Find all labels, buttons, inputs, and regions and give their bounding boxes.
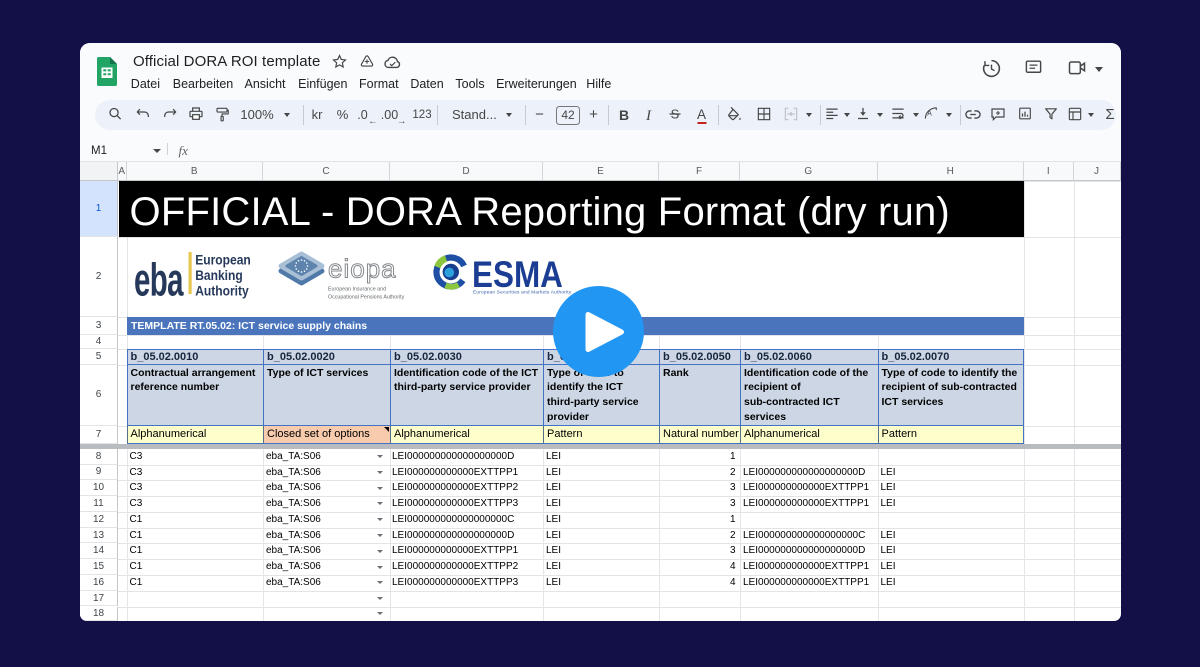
- svg-text:European: European: [195, 252, 251, 268]
- svg-text:Authority: Authority: [195, 283, 249, 299]
- svg-text:ESMA: ESMA: [472, 255, 563, 296]
- svg-text:eba: eba: [134, 255, 184, 300]
- svg-text:European Insurance and: European Insurance and: [328, 287, 386, 293]
- svg-text:eiopa: eiopa: [328, 254, 397, 284]
- svg-text:A: A: [927, 111, 932, 118]
- svg-text:Banking: Banking: [195, 267, 243, 283]
- svg-text:Occupational Pensions Authorit: Occupational Pensions Authority: [328, 295, 405, 301]
